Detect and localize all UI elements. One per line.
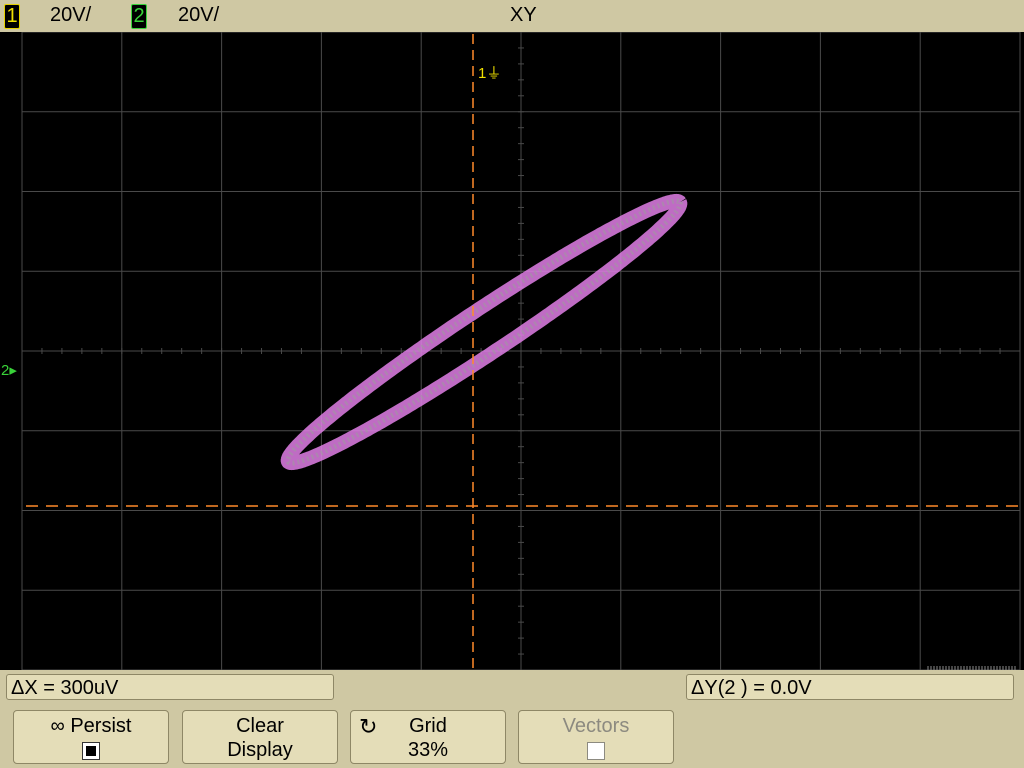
- channel-2-indicator[interactable]: 2: [131, 4, 147, 29]
- measurement-row: ΔX = 300uV ΔY(2 ) = 0.0V: [0, 670, 1024, 706]
- infinity-icon: ∞: [50, 715, 65, 737]
- channel-1-scale: 20V/: [50, 4, 92, 26]
- ground-arrow-icon: ⏚: [486, 65, 502, 82]
- waveform-display[interactable]: 1⏚ 2▸: [0, 32, 1024, 670]
- clear-label-line1: Clear: [236, 715, 284, 737]
- channel-1-indicator[interactable]: 1: [4, 4, 20, 29]
- grid-softkey[interactable]: ↻ Grid 33%: [350, 710, 506, 764]
- vectors-label: Vectors: [562, 715, 630, 737]
- delta-y-readout: ΔY(2 ) = 0.0V: [686, 674, 1014, 700]
- grid-intensity-value: 33%: [407, 739, 449, 761]
- channel-1-ground-marker: 1⏚: [478, 65, 502, 82]
- delta-x-readout: ΔX = 300uV: [6, 674, 334, 700]
- display-mode-label: XY: [510, 4, 537, 26]
- clear-label-line2: Display: [227, 739, 293, 761]
- persist-label: Persist: [70, 715, 132, 737]
- xy-plot: [21, 32, 1021, 670]
- vectors-softkey[interactable]: Vectors: [518, 710, 674, 764]
- xy-trace-noise: [285, 198, 683, 466]
- channel-2-ground-marker: 2▸: [1, 362, 17, 379]
- xy-trace: [280, 193, 688, 471]
- top-status-bar: 1 20V/ 2 20V/ XY: [0, 0, 1024, 32]
- ground-arrow-icon: ▸: [9, 362, 17, 379]
- cycle-arrow-icon: ↻: [359, 714, 378, 739]
- clear-display-softkey[interactable]: Clear Display: [182, 710, 338, 764]
- persist-checkbox[interactable]: [82, 742, 100, 761]
- softkey-menu: ∞ Persist Clear Display ↻ Grid 33% Vecto…: [0, 706, 1024, 768]
- persist-softkey[interactable]: ∞ Persist: [13, 710, 169, 764]
- channel-2-scale: 20V/: [178, 4, 220, 26]
- vectors-checkbox[interactable]: [587, 742, 605, 761]
